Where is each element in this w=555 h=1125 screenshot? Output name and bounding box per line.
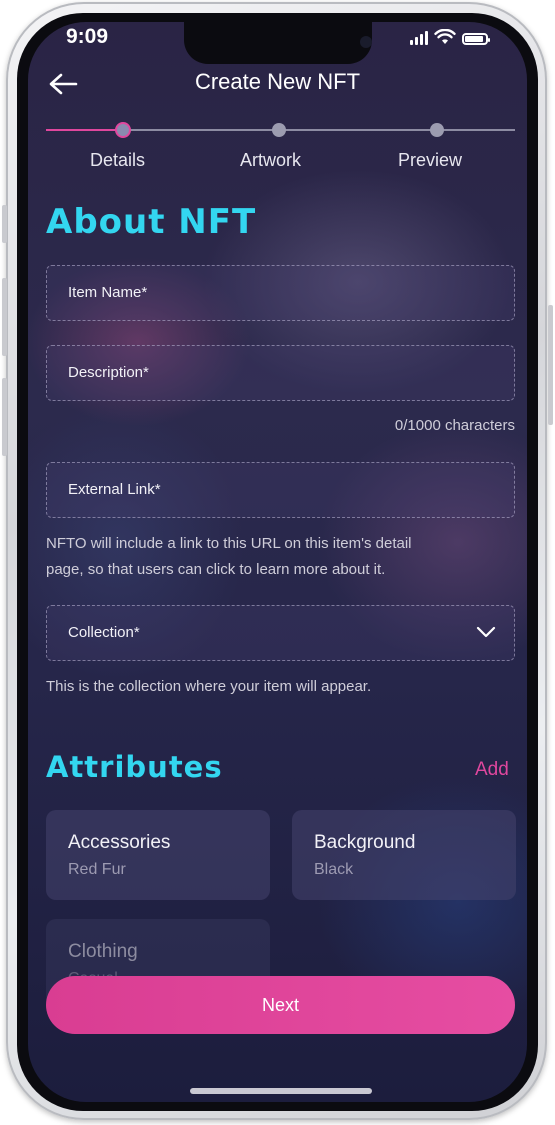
volume-up-button	[2, 278, 7, 356]
status-time: 9:09	[66, 25, 109, 48]
front-camera	[360, 36, 372, 48]
attribute-value: Black	[314, 861, 354, 878]
attribute-name: Accessories	[68, 832, 171, 853]
wifi-icon	[434, 29, 456, 44]
collection-select[interactable]: Collection*	[46, 605, 515, 661]
external-link-label: External Link*	[68, 481, 161, 498]
about-heading: About NFT	[46, 202, 257, 242]
stepper-progress	[46, 129, 123, 131]
next-button[interactable]: Next	[46, 976, 515, 1034]
item-name-label: Item Name*	[68, 284, 148, 301]
status-icons	[410, 29, 490, 45]
step-dot-preview[interactable]	[430, 123, 444, 137]
external-link-field[interactable]: External Link*	[46, 462, 515, 518]
step-dot-artwork[interactable]	[272, 123, 286, 137]
step-label-details[interactable]: Details	[90, 150, 145, 171]
add-attribute-link[interactable]: Add	[475, 759, 509, 781]
attribute-name: Background	[314, 832, 416, 853]
attribute-card-accessories[interactable]: Accessories Red Fur	[46, 810, 270, 900]
app-screen: 9:09 Create New NFT Details Artwork Prev…	[28, 22, 527, 1102]
attribute-name: Clothing	[68, 941, 138, 962]
battery-icon	[462, 33, 490, 45]
chevron-down-icon	[476, 626, 496, 638]
notch	[184, 22, 372, 64]
power-button	[548, 305, 553, 425]
mute-switch	[2, 205, 7, 243]
attribute-value: Red Fur	[68, 861, 126, 878]
collection-help: This is the collection where your item w…	[46, 678, 372, 695]
step-dot-details[interactable]	[115, 122, 131, 138]
attributes-heading: Attributes	[46, 750, 223, 784]
description-field[interactable]: Description*	[46, 345, 515, 401]
step-label-preview[interactable]: Preview	[398, 150, 462, 171]
page-title: Create New NFT	[194, 69, 361, 94]
volume-down-button	[2, 378, 7, 456]
step-label-artwork[interactable]: Artwork	[240, 150, 301, 171]
collection-label: Collection*	[68, 624, 140, 641]
item-name-field[interactable]: Item Name*	[46, 265, 515, 321]
description-label: Description*	[68, 364, 149, 381]
home-indicator[interactable]	[190, 1088, 372, 1094]
cellular-signal-icon	[410, 31, 428, 45]
external-link-help-line-2: page, so that users can click to learn m…	[46, 561, 386, 578]
external-link-help-line-1: NFTO will include a link to this URL on …	[46, 535, 412, 552]
attribute-card-background[interactable]: Background Black	[292, 810, 516, 900]
character-counter: 0/1000 characters	[394, 417, 515, 434]
